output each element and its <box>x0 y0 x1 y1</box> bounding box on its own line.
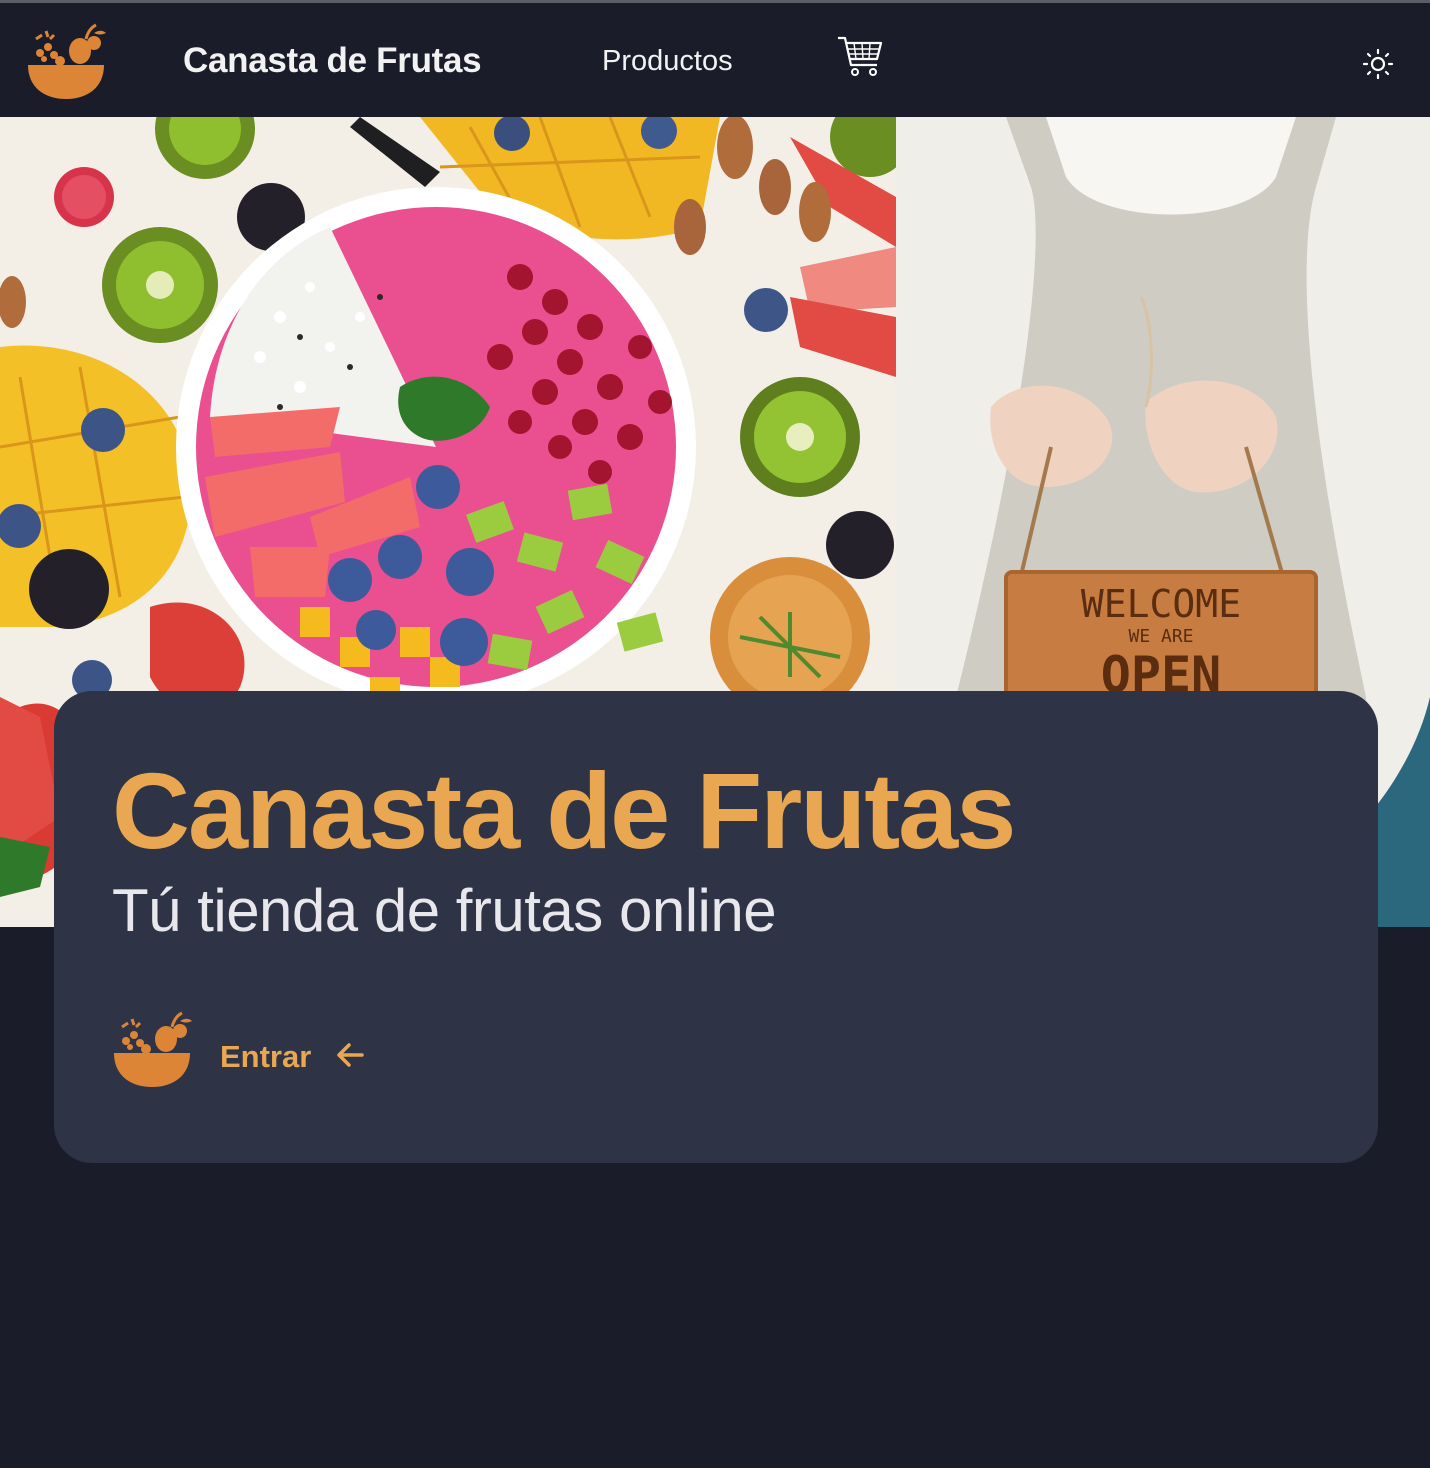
fruit-basket-icon[interactable] <box>112 1009 192 1089</box>
page-subtitle: Tú tienda de frutas online <box>112 877 777 944</box>
fruit-basket-icon[interactable] <box>26 21 106 101</box>
shopping-cart-icon[interactable] <box>837 35 883 77</box>
enter-button[interactable]: Entrar <box>112 1009 382 1089</box>
navbar: Canasta de Frutas Productos <box>0 3 1430 117</box>
welcome-card: Canasta de Frutas Tú tienda de frutas on… <box>54 691 1378 1163</box>
sun-icon[interactable] <box>1362 48 1394 80</box>
brand-name[interactable]: Canasta de Frutas <box>183 41 482 81</box>
page-title: Canasta de Frutas <box>112 750 1016 871</box>
sign-text-welcome: WELCOME <box>1081 582 1241 626</box>
enter-button-label[interactable]: Entrar <box>220 1039 311 1075</box>
arrow-left-icon[interactable] <box>335 1040 365 1070</box>
sign-text-we-are: WE ARE <box>1128 626 1193 647</box>
nav-link-productos[interactable]: Productos <box>602 45 733 78</box>
